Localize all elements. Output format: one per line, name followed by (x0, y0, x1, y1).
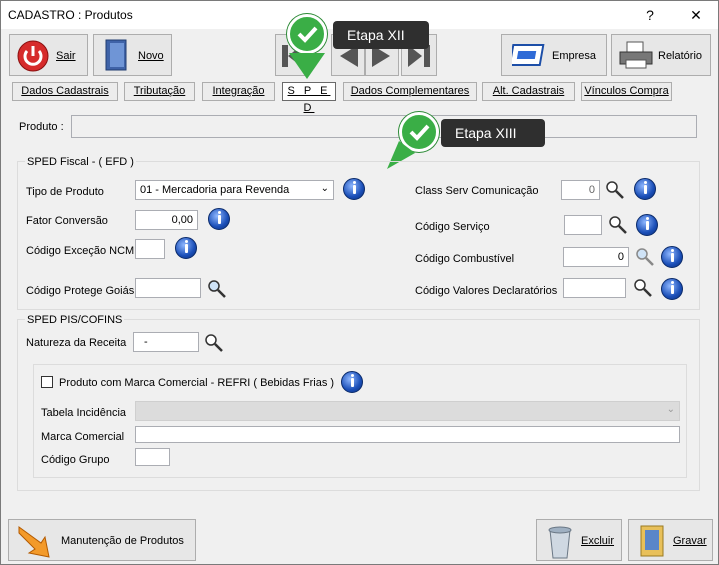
sped-fiscal-title: SPED Fiscal - ( EFD ) (25, 156, 136, 168)
relatorio-label: Relatório (658, 50, 703, 62)
tab-sped[interactable]: S P E D (282, 82, 336, 114)
relatorio-button[interactable]: Relatório (611, 34, 711, 76)
info-icon[interactable] (343, 178, 365, 200)
check-icon (287, 14, 327, 54)
class-serv-comunicacao-field[interactable]: 0 (561, 180, 600, 200)
close-button[interactable]: ✕ (681, 5, 711, 25)
refri-checkbox[interactable] (41, 376, 53, 388)
sped-pis-cofins-title: SPED PIS/COFINS (25, 314, 125, 326)
new-document-icon (105, 39, 127, 71)
codigo-combustivel-label: Código Combustível (415, 253, 515, 265)
sair-button[interactable]: Sair (9, 34, 88, 76)
company-card-icon (512, 44, 545, 66)
codigo-servico-field[interactable] (564, 215, 602, 235)
callout-etapa-xii: Etapa XII (333, 21, 429, 49)
tab-alt-cadastrais[interactable]: Alt. Cadastrais (482, 82, 575, 101)
gravar-label: Gravar (673, 535, 707, 547)
save-folder-icon (640, 525, 664, 557)
novo-button[interactable]: Novo (93, 34, 172, 76)
chevron-down-icon: ⌄ (320, 183, 329, 194)
info-icon[interactable] (208, 208, 230, 230)
natureza-receita-label: Natureza da Receita (26, 337, 127, 349)
codigo-grupo-label: Código Grupo (41, 454, 110, 466)
tab-integracao[interactable]: Integração (202, 82, 275, 101)
codigo-combustivel-field[interactable]: 0 (563, 247, 629, 267)
search-icon[interactable] (608, 215, 628, 235)
search-icon[interactable] (635, 247, 655, 267)
tabela-incidencia-select[interactable]: ⌄ (135, 401, 680, 421)
excluir-button[interactable]: Excluir (536, 519, 622, 561)
info-icon[interactable] (634, 178, 656, 200)
tipo-produto-value: 01 - Mercadoria para Revenda (140, 184, 290, 196)
tabela-incidencia-label: Tabela Incidência (41, 407, 127, 419)
trash-icon (548, 526, 572, 559)
codigo-excecao-ncm-field[interactable] (135, 239, 165, 259)
printer-icon (619, 41, 653, 69)
callout-pointer (289, 53, 325, 79)
info-icon[interactable] (661, 246, 683, 268)
codigo-servico-label: Código Serviço (415, 221, 490, 233)
arrow-icon (18, 526, 50, 558)
marca-comercial-field[interactable] (135, 426, 680, 443)
help-button[interactable]: ? (635, 5, 665, 25)
info-icon[interactable] (636, 214, 658, 236)
codigo-protege-goias-field[interactable] (135, 278, 201, 298)
codigo-valores-declaratorios-field[interactable] (563, 278, 626, 298)
search-icon[interactable] (633, 278, 653, 298)
info-icon[interactable] (661, 278, 683, 300)
manutencao-produtos-button[interactable]: Manutenção de Produtos (8, 519, 196, 561)
info-icon[interactable] (341, 371, 363, 393)
search-icon[interactable] (207, 279, 227, 299)
empresa-button[interactable]: Empresa (501, 34, 607, 76)
natureza-receita-field[interactable]: - (133, 332, 199, 352)
search-icon[interactable] (204, 333, 224, 353)
tab-tributacao[interactable]: Tributação (124, 82, 195, 101)
gravar-button[interactable]: Gravar (628, 519, 713, 561)
marca-comercial-label: Marca Comercial (41, 431, 125, 443)
excluir-label: Excluir (581, 535, 615, 547)
codigo-grupo-field[interactable] (135, 448, 170, 466)
refri-label: Produto com Marca Comercial - REFRI ( Be… (59, 377, 335, 389)
codigo-protege-goias-label: Código Protege Goiás (26, 285, 135, 297)
window: CADASTRO : Produtos ? ✕ Sair Novo Empres… (0, 0, 719, 565)
power-icon (17, 40, 49, 72)
codigo-excecao-ncm-label: Código Exceção NCM (26, 245, 135, 257)
info-icon[interactable] (175, 237, 197, 259)
produto-field (71, 115, 697, 138)
tab-vinculos-compra[interactable]: Vínculos Compra (581, 82, 672, 101)
class-serv-comunicacao-label: Class Serv Comunicação (415, 185, 539, 197)
sair-label: Sair (56, 50, 76, 62)
novo-label: Novo (138, 50, 164, 62)
tab-dados-complementares[interactable]: Dados Complementares (343, 82, 477, 101)
chevron-down-icon: ⌄ (666, 404, 675, 415)
produto-label: Produto : (19, 121, 64, 133)
callout-etapa-xiii: Etapa XIII (441, 119, 545, 147)
fator-conversao-label: Fator Conversão (26, 215, 108, 227)
search-icon[interactable] (605, 180, 625, 200)
empresa-label: Empresa (552, 50, 597, 62)
fator-conversao-field[interactable]: 0,00 (135, 210, 198, 230)
tipo-produto-label: Tipo de Produto (26, 186, 104, 198)
tab-dados-cadastrais[interactable]: Dados Cadastrais (12, 82, 118, 101)
codigo-valores-declaratorios-label: Código Valores Declaratórios (415, 285, 558, 297)
manutencao-label: Manutenção de Produtos (61, 535, 184, 547)
window-title: CADASTRO : Produtos (8, 8, 133, 22)
tipo-produto-select[interactable]: 01 - Mercadoria para Revenda ⌄ (135, 180, 334, 200)
